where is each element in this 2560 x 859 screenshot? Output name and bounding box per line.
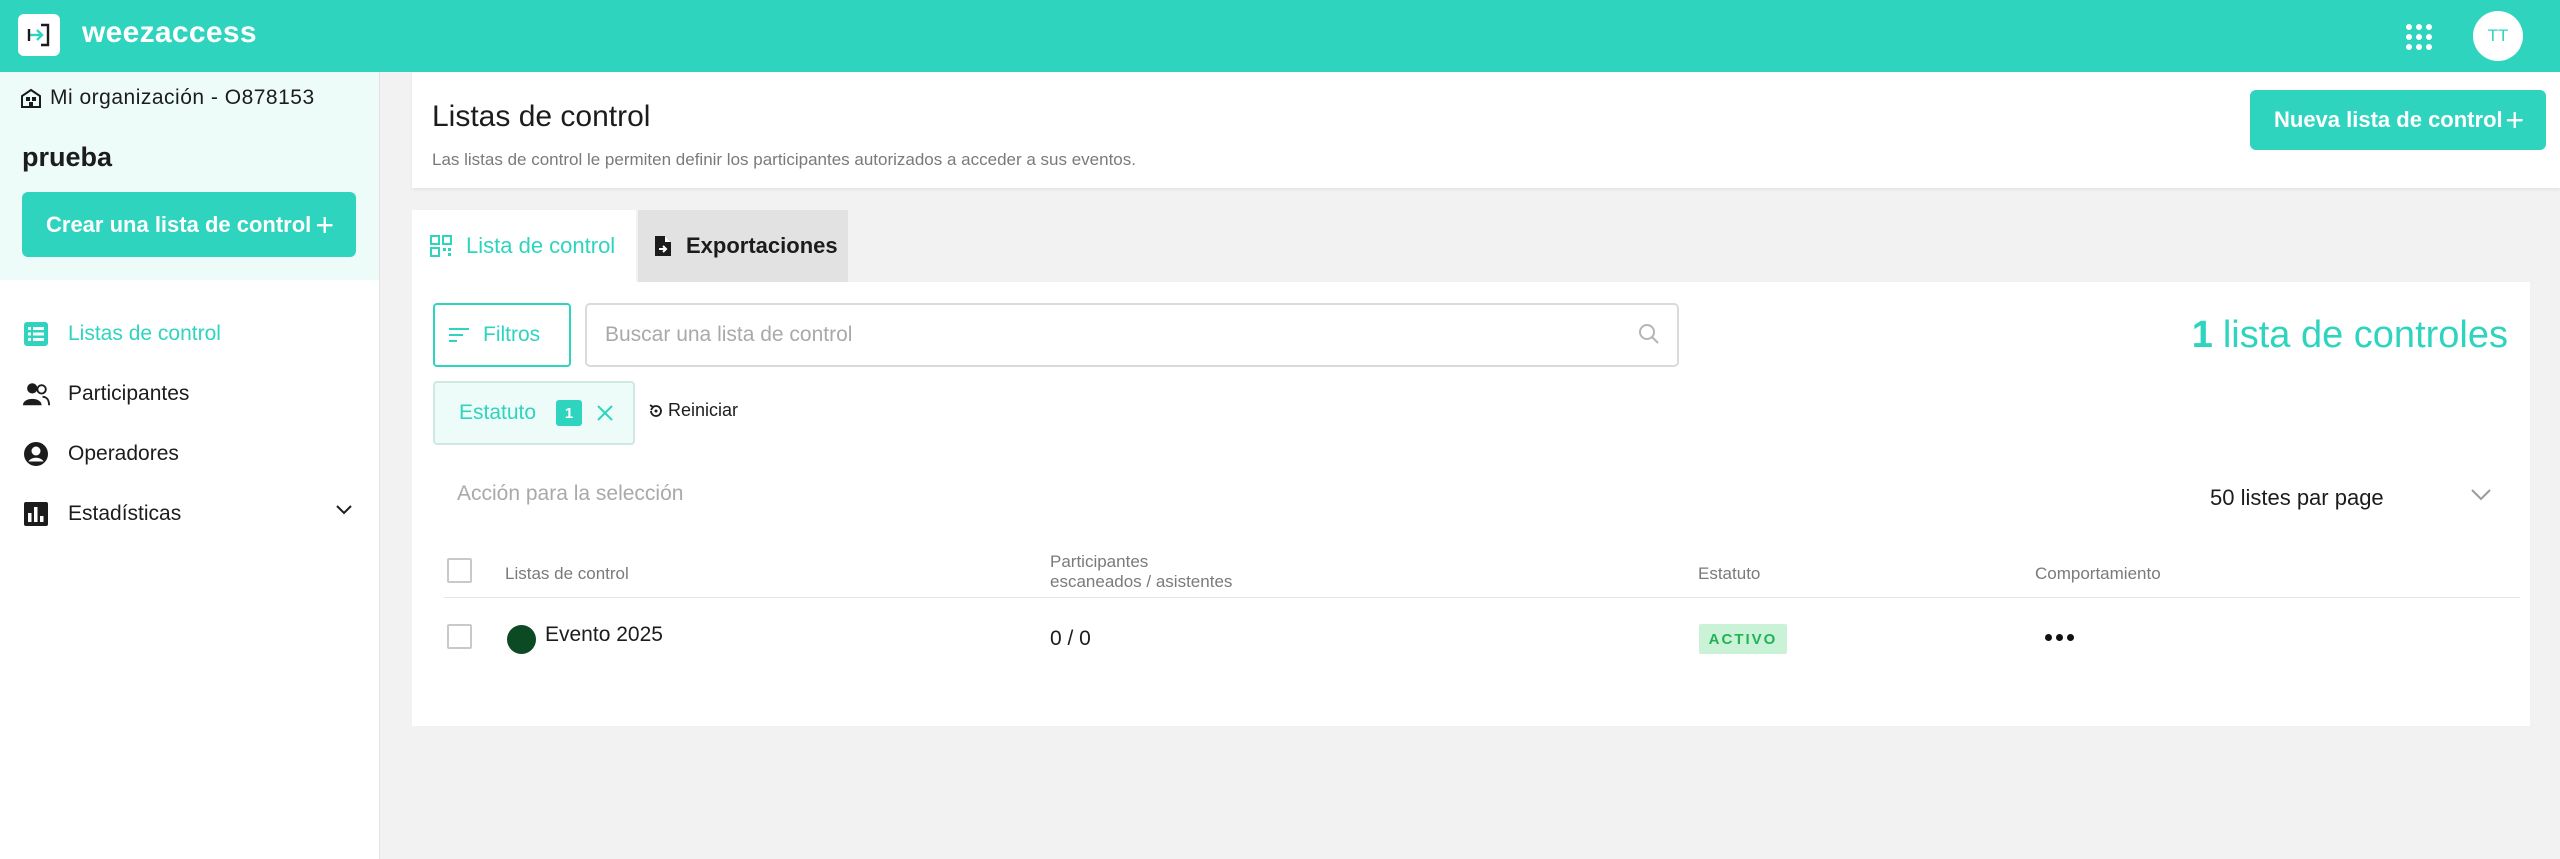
building-icon: [21, 88, 41, 108]
create-control-list-button[interactable]: Crear una lista de control +: [22, 192, 356, 257]
column-header-name[interactable]: Listas de control: [505, 564, 629, 584]
per-page-value: 50 listes par page: [2210, 485, 2384, 510]
new-control-list-button[interactable]: Nueva lista de control +: [2250, 90, 2546, 150]
list-color-dot: [507, 625, 536, 654]
sidebar-item-label: Participantes: [68, 382, 190, 405]
chevron-down-icon: [2471, 489, 2491, 501]
qr-code-icon: [430, 235, 452, 257]
control-lists-panel: Filtros 1lista de controles Estatuto 1: [412, 282, 2530, 726]
table-divider: [444, 597, 2520, 598]
chevron-down-icon[interactable]: [335, 504, 353, 516]
tab-exports[interactable]: Exportaciones: [638, 210, 848, 282]
apps-grid-icon[interactable]: [2406, 24, 2432, 50]
event-name: prueba: [22, 142, 113, 172]
search-input[interactable]: [605, 323, 1605, 347]
organization-block: Mi organización - O878153 prueba Crear u…: [0, 72, 379, 280]
status-badge: ACTIVO: [1699, 624, 1787, 654]
top-bar: weezaccess TT: [0, 0, 2560, 72]
sidebar-item-label: Operadores: [68, 442, 179, 465]
user-avatar[interactable]: TT: [2473, 11, 2523, 61]
sidebar-nav: Listas de control Participantes Operador…: [0, 304, 379, 544]
list-count-number: 1: [2191, 314, 2213, 356]
list-name-link[interactable]: Evento 2025: [545, 623, 663, 647]
reset-filters-button[interactable]: Reiniciar: [648, 400, 738, 421]
reset-icon: [648, 403, 664, 419]
column-header-status[interactable]: Estatuto: [1698, 564, 1760, 584]
bulk-action-select[interactable]: Acción para la selección: [457, 482, 683, 506]
plus-icon: +: [315, 206, 334, 243]
organization-selector[interactable]: Mi organización - O878153: [20, 86, 315, 110]
filter-count-badge: 1: [556, 400, 583, 426]
sidebar-item-control-lists[interactable]: Listas de control: [0, 304, 379, 364]
people-icon: [22, 380, 50, 408]
user-circle-icon: [22, 440, 50, 468]
list-count: 1 lista de controles: [2192, 314, 2508, 357]
list-count-label: lista de controles: [2222, 314, 2508, 356]
plus-icon: +: [2505, 102, 2524, 138]
page-description: Las listas de control le permiten defini…: [432, 150, 1136, 169]
list-icon: [22, 320, 50, 348]
login-door-icon: [27, 23, 50, 47]
file-export-icon: [654, 235, 672, 257]
brand-name: weezaccess: [82, 16, 257, 49]
status-filter-chip[interactable]: Estatuto 1: [433, 381, 635, 445]
sidebar-item-operators[interactable]: Operadores: [0, 424, 379, 484]
create-button-label: Crear una lista de control: [46, 211, 312, 237]
close-icon[interactable]: [596, 404, 614, 422]
row-checkbox[interactable]: [447, 624, 472, 649]
sidebar-item-label: Estadísticas: [68, 502, 182, 525]
organization-label: Mi organización - O878153: [50, 86, 315, 109]
filters-label: Filtros: [483, 323, 541, 346]
page-header: Listas de control Las listas de control …: [412, 72, 2560, 188]
column-header-behavior: Comportamiento: [2035, 564, 2161, 583]
per-page-select[interactable]: 50 listes par page: [2210, 470, 2514, 526]
new-button-label: Nueva lista de control: [2274, 107, 2503, 132]
app-logo[interactable]: [18, 14, 60, 56]
select-all-checkbox[interactable]: [447, 558, 472, 583]
search-icon[interactable]: [1637, 322, 1661, 346]
filter-lines-icon: [449, 327, 469, 343]
more-options-icon[interactable]: [2034, 622, 2084, 652]
tab-control-list[interactable]: Lista de control: [412, 210, 636, 282]
reset-label: Reiniciar: [668, 400, 739, 420]
column-header-participants-line1: Participantes: [1050, 552, 1149, 571]
column-header-participants[interactable]: Participantes escaneados / asistentes: [1050, 552, 1232, 592]
sidebar-item-participants[interactable]: Participantes: [0, 364, 379, 424]
column-header-participants-line2: escaneados / asistentes: [1050, 572, 1233, 591]
sidebar: Mi organización - O878153 prueba Crear u…: [0, 72, 380, 859]
tab-label: Exportaciones: [686, 233, 838, 258]
search-box: [585, 303, 1679, 367]
sidebar-item-label: Listas de control: [68, 322, 221, 345]
participants-count: 0 / 0: [1050, 627, 1091, 650]
filters-button[interactable]: Filtros: [433, 303, 571, 367]
bar-chart-icon: [22, 500, 50, 528]
tab-label: Lista de control: [466, 233, 616, 258]
page-title: Listas de control: [432, 100, 651, 133]
sidebar-item-statistics[interactable]: Estadísticas: [0, 484, 379, 544]
filter-chip-label: Estatuto: [459, 401, 537, 424]
